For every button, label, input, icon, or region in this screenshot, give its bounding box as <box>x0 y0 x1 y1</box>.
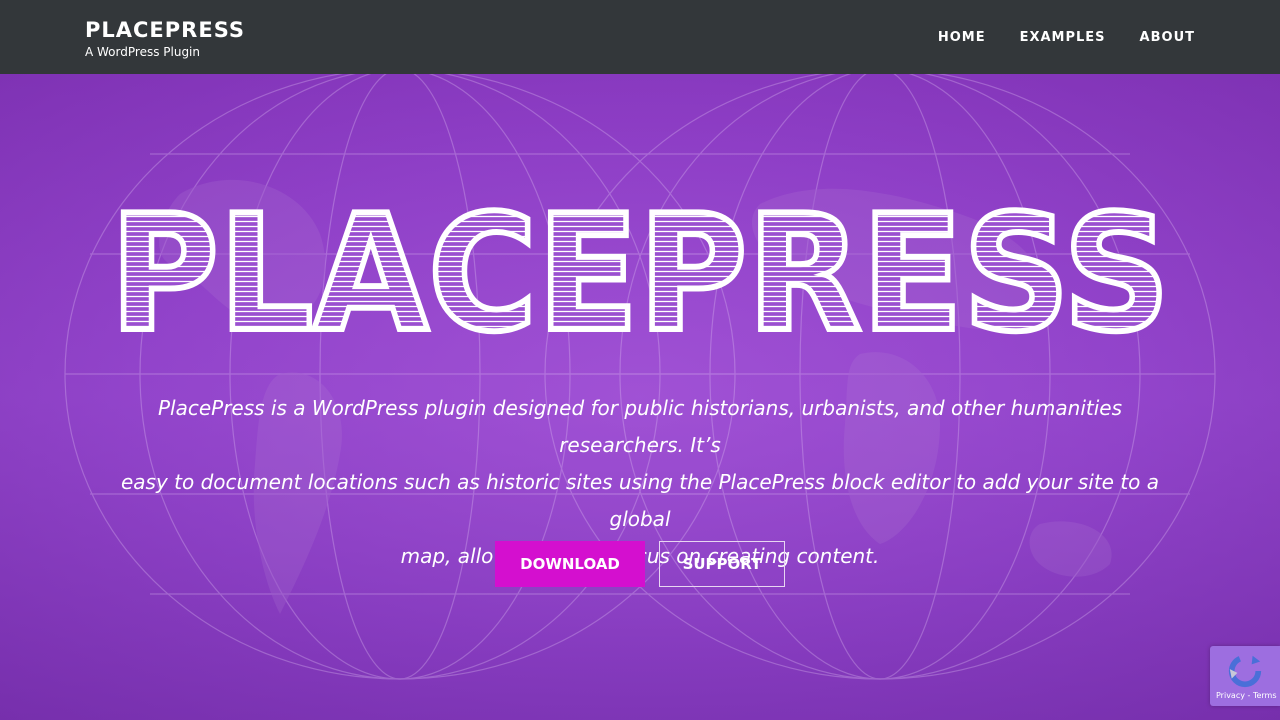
nav-item-about[interactable]: ABOUT <box>1140 30 1195 45</box>
nav-item-home[interactable]: HOME <box>938 30 986 45</box>
recaptcha-icon <box>1228 654 1262 688</box>
support-button[interactable]: SUPPORT <box>659 541 785 587</box>
recaptcha-links[interactable]: Privacy - Terms <box>1216 691 1277 700</box>
download-button[interactable]: DOWNLOAD <box>495 541 645 587</box>
hero-description-line-1: PlacePress is a WordPress plugin designe… <box>157 396 1123 457</box>
recaptcha-badge[interactable]: Privacy - Terms <box>1210 646 1280 706</box>
page: PLACEPRESS A WordPress Plugin HOME EXAMP… <box>0 0 1280 720</box>
hero-description-line-2: easy to document locations such as histo… <box>120 470 1160 531</box>
main-nav: HOME EXAMPLES ABOUT <box>904 0 1195 74</box>
hero-buttons: DOWNLOAD SUPPORT <box>0 541 1280 587</box>
site-header: PLACEPRESS A WordPress Plugin HOME EXAMP… <box>0 0 1280 74</box>
hero-section: PLACEPRESS PlacePress is a WordPress plu… <box>0 74 1280 720</box>
site-title[interactable]: PLACEPRESS <box>85 18 245 42</box>
site-branding[interactable]: PLACEPRESS A WordPress Plugin <box>85 18 245 60</box>
placepress-logo: PLACEPRESS <box>107 194 1173 344</box>
site-tagline: A WordPress Plugin <box>85 45 200 59</box>
nav-item-examples[interactable]: EXAMPLES <box>1020 30 1106 45</box>
logo-text: PLACEPRESS <box>110 194 1170 344</box>
